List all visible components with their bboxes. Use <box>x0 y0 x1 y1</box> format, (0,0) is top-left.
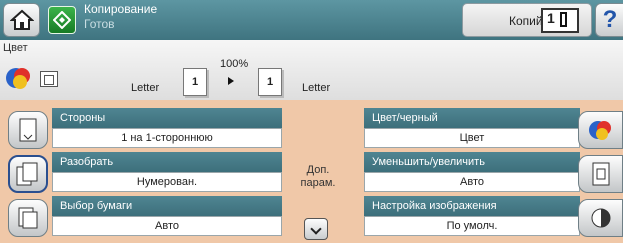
options-grid: Доп. парам. Стороны 1 на 1-стороннюю Раз… <box>0 100 623 243</box>
original-paper-size: Letter <box>131 82 160 94</box>
resize-label: Уменьшить/увеличить <box>364 152 580 172</box>
copies-value: 1 <box>547 10 555 26</box>
color-icon <box>6 68 30 89</box>
copy-sheet: 1 <box>258 68 282 96</box>
copy-app-icon <box>48 6 76 34</box>
collate-icon <box>8 155 48 193</box>
original-sheet: 1 <box>183 68 207 96</box>
sides-icon <box>8 111 48 149</box>
original-count: 1 <box>191 76 199 88</box>
copy-count: 1 <box>266 76 274 88</box>
copy-start-icon <box>53 11 71 29</box>
image-adjust-value: По умолч. <box>364 216 580 236</box>
color-black-icon <box>578 111 623 149</box>
help-icon: ? <box>602 6 618 33</box>
sides-value: 1 на 1-стороннюю <box>52 128 282 148</box>
app-title: Копирование <box>84 2 158 16</box>
help-button[interactable]: ? <box>595 3 623 37</box>
resize-value: Авто <box>364 172 580 192</box>
paper-selection-value: Авто <box>52 216 282 236</box>
paper-tray-icon <box>8 199 48 237</box>
zoom-percent: 100% <box>220 58 249 70</box>
header-bar: Копирование Готов Копий: 1 ? <box>0 0 623 40</box>
copy-paper-size: Letter <box>302 82 331 94</box>
arrow-right-icon <box>228 77 234 85</box>
paper-selection-label: Выбор бумаги <box>52 196 282 216</box>
more-options-button[interactable]: Доп. парам. <box>290 164 346 190</box>
copies-control: Копий: 1 <box>462 3 592 37</box>
text-cursor <box>559 11 567 27</box>
copy-preview: Цвет Letter 1 100% 1 Letter <box>0 40 623 100</box>
color-mode-label: Цвет <box>3 42 28 54</box>
status-text: Готов <box>84 17 115 31</box>
copies-input[interactable]: 1 <box>541 8 579 33</box>
collate-value: Нумерован. <box>52 172 282 192</box>
color-mode-option-label: Цвет/черный <box>364 108 580 128</box>
image-adjust-label: Настройка изображения <box>364 196 580 216</box>
resize-icon <box>578 155 623 193</box>
image-adjust-icon <box>578 199 623 237</box>
color-mode-value: Цвет <box>364 128 580 148</box>
home-icon <box>9 9 34 30</box>
monochrome-icon <box>40 71 58 87</box>
scroll-down-button[interactable] <box>304 218 328 240</box>
home-button[interactable] <box>3 3 40 37</box>
collate-label: Разобрать <box>52 152 282 172</box>
sides-label: Стороны <box>52 108 282 128</box>
